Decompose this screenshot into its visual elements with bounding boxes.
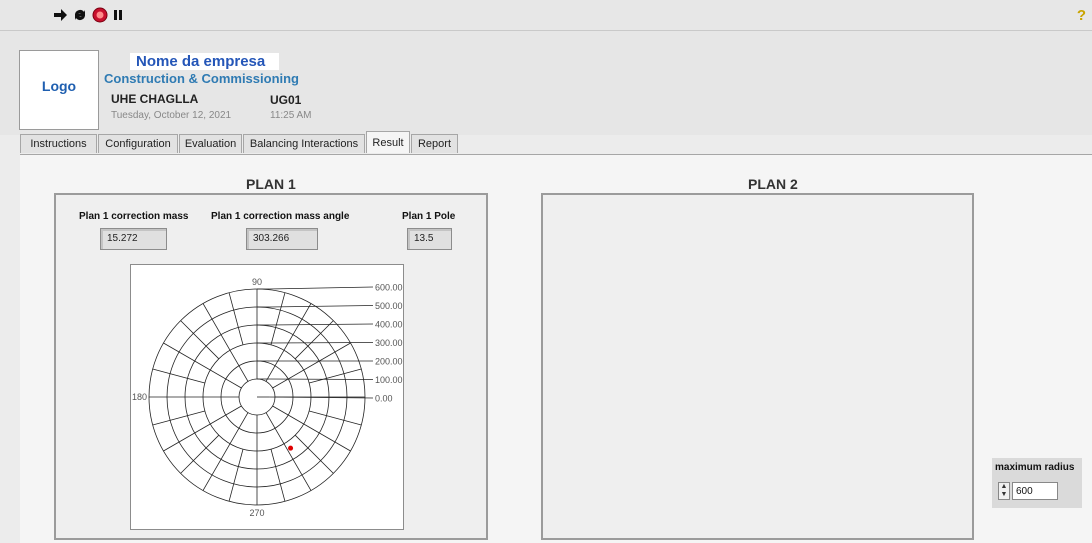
abort-stop-icon[interactable] — [92, 7, 108, 23]
polar-spoke — [228, 449, 244, 502]
plan1-angle-indicator: 303.266 — [246, 228, 318, 250]
polar-spoke — [228, 292, 244, 345]
tab-evaluation[interactable]: Evaluation — [179, 134, 242, 153]
logo-label: Logo — [41, 78, 77, 94]
polar-spoke — [270, 292, 286, 345]
maximum-radius-spinner[interactable]: ▲ ▼ — [998, 482, 1010, 500]
plant-name: UHE CHAGLLA — [111, 92, 199, 106]
plan1-mass-indicator: 15.272 — [100, 228, 167, 250]
polar-leader — [268, 323, 374, 326]
plan2-frame — [541, 193, 974, 540]
polar-angle-label-270: 270 — [249, 508, 264, 518]
current-time: 11:25 AM — [270, 110, 312, 121]
polar-radial-label: 600.00 — [375, 283, 403, 293]
tab-configuration[interactable]: Configuration — [98, 134, 178, 153]
polar-plot: 600.00 500.00 400.00 300.00 200.00 100.00 0.00… — [132, 277, 403, 518]
logo: Logo — [19, 50, 99, 130]
plan1-title: PLAN 1 — [246, 176, 296, 192]
company-name: Nome da empresa — [130, 53, 280, 70]
help-icon[interactable]: ? — [1077, 7, 1086, 24]
current-date: Tuesday, October 12, 2021 — [111, 110, 232, 121]
polar-radial-label: 200.00 — [375, 357, 403, 367]
maximum-radius-label: maximum radius — [995, 462, 1075, 473]
tab-instructions[interactable]: Instructions — [20, 134, 97, 153]
plan1-polar-chart: 600.00 500.00 400.00 300.00 200.00 100.00 0.00… — [130, 264, 404, 530]
polar-spoke — [309, 410, 362, 426]
plan1-pole-label: Plan 1 Pole — [402, 211, 456, 222]
polar-radial-label: 500.00 — [375, 301, 403, 311]
maximum-radius-input[interactable]: 600 — [1012, 482, 1058, 500]
toolbar: ? — [0, 0, 1092, 31]
polar-spoke — [270, 449, 286, 502]
polar-angle-label-180: 180 — [132, 392, 147, 402]
polar-spoke — [152, 368, 205, 384]
plan1-mass-label: Plan 1 correction mass — [79, 211, 189, 222]
pause-icon[interactable] — [110, 7, 126, 23]
polar-radial-label: 300.00 — [375, 338, 403, 348]
polar-leader — [268, 305, 374, 308]
plan1-pole-indicator: 13.5 — [407, 228, 452, 250]
tab-balancing-interactions[interactable]: Balancing Interactions — [243, 134, 365, 153]
polar-data-point — [288, 445, 294, 451]
polar-leader — [268, 342, 374, 344]
run-arrow-icon[interactable] — [52, 7, 68, 23]
run-continuously-icon[interactable] — [72, 7, 88, 23]
polar-spoke — [152, 410, 205, 426]
polar-spoke — [309, 368, 362, 384]
polar-radial-label: 400.00 — [375, 320, 403, 330]
tab-result[interactable]: Result — [366, 131, 410, 153]
plan2-title: PLAN 2 — [748, 176, 798, 192]
maximum-radius-control: maximum radius ▲ ▼ 600 — [992, 458, 1082, 508]
polar-leader — [268, 286, 374, 290]
polar-radial-label: 0.00 — [375, 394, 393, 404]
plan1-mass-value: 15.272 — [107, 233, 138, 244]
plan1-pole-value: 13.5 — [414, 233, 434, 244]
polar-radial-label: 100.00 — [375, 375, 403, 385]
polar-angle-label-90: 90 — [252, 277, 262, 287]
plan1-angle-value: 303.266 — [253, 233, 290, 244]
polar-leader — [268, 378, 374, 380]
department-name: Construction & Commissioning — [104, 71, 299, 86]
tab-report[interactable]: Report — [411, 134, 458, 153]
unit-name: UG01 — [270, 93, 302, 107]
plan1-angle-label: Plan 1 correction mass angle — [211, 211, 350, 222]
